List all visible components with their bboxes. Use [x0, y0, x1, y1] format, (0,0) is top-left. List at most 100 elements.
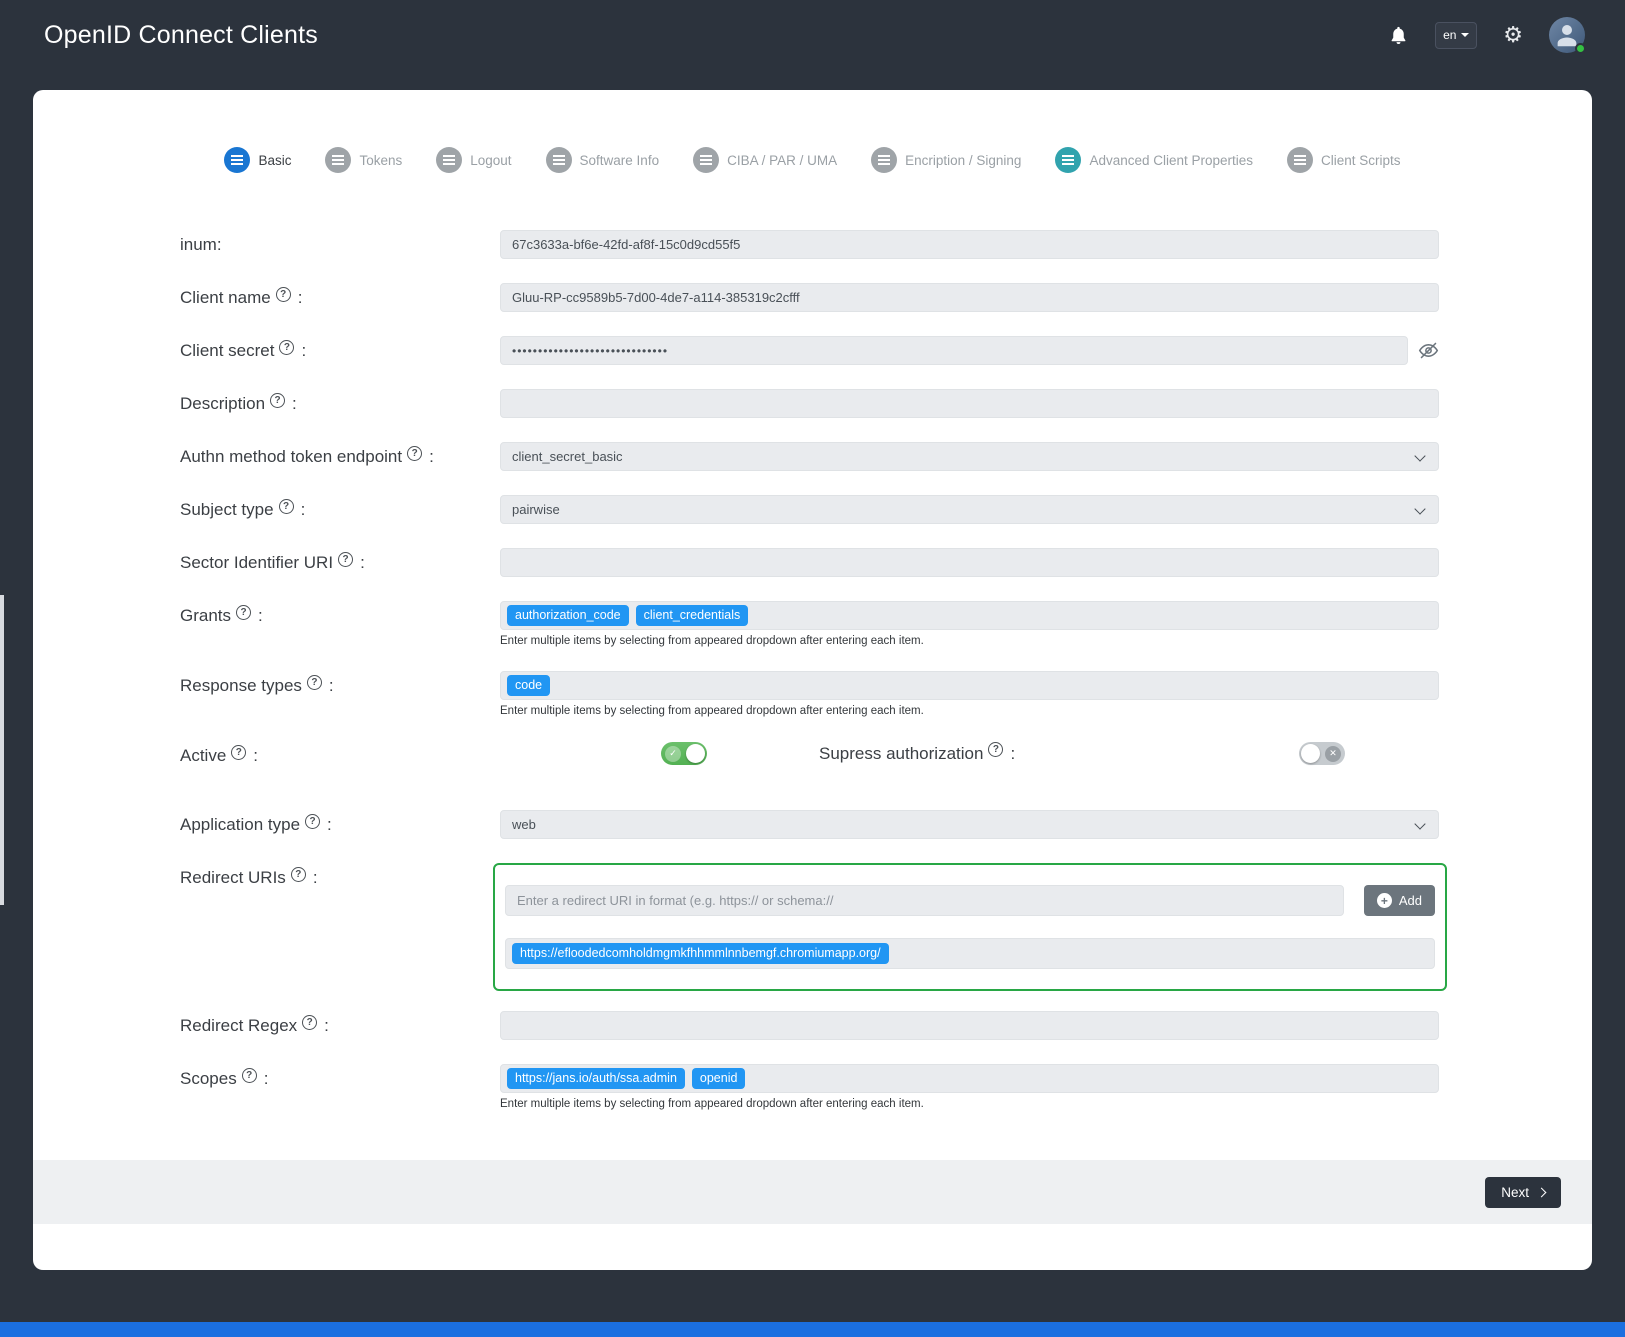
- step-ciba-par-uma[interactable]: CIBA / PAR / UMA: [693, 147, 837, 173]
- field-row-inum: inum:: [180, 230, 1439, 259]
- chevron-right-icon: [1537, 1187, 1547, 1197]
- redirect-uri-input[interactable]: [505, 885, 1344, 916]
- help-icon[interactable]: [291, 867, 306, 882]
- plus-icon: [1377, 893, 1392, 908]
- language-selector[interactable]: en: [1435, 22, 1477, 49]
- settings-gear-icon[interactable]: ⚙: [1503, 24, 1523, 46]
- description-label: Description: [180, 394, 265, 414]
- step-client-scripts[interactable]: Client Scripts: [1287, 147, 1401, 173]
- field-row-redirect-regex: Redirect Regex :: [180, 1011, 1439, 1040]
- field-row-client-secret: Client secret :: [180, 336, 1439, 365]
- scope-chip[interactable]: https://jans.io/auth/ssa.admin: [507, 1068, 685, 1090]
- help-icon[interactable]: [231, 745, 246, 760]
- header-actions: en ⚙: [1388, 17, 1585, 53]
- step-software-info[interactable]: Software Info: [546, 147, 660, 173]
- wizard-stepper: Basic Tokens Logout Software Info CIBA /…: [33, 145, 1592, 175]
- redirect-regex-label: Redirect Regex: [180, 1016, 297, 1036]
- grants-input[interactable]: authorization_code client_credentials: [500, 601, 1439, 630]
- redirect-uri-chip[interactable]: https://efloodedcomholdmgmkfhhmmlnnbemgf…: [512, 943, 889, 965]
- scopes-helper-text: Enter multiple items by selecting from a…: [500, 1098, 1439, 1110]
- caret-down-icon: [1461, 33, 1469, 37]
- supress-authorization-toggle[interactable]: [1299, 742, 1345, 765]
- encryption-signing-step-icon: [871, 147, 897, 173]
- help-icon[interactable]: [279, 340, 294, 355]
- check-icon: [665, 746, 681, 762]
- help-icon[interactable]: [307, 675, 322, 690]
- step-advanced-client-properties[interactable]: Advanced Client Properties: [1055, 147, 1253, 173]
- field-row-response-types: Response types : code Enter multiple ite…: [180, 671, 1439, 717]
- grants-label: Grants: [180, 606, 231, 626]
- client-name-input[interactable]: [500, 283, 1439, 312]
- sidebar-sliver: [0, 595, 4, 905]
- form-footer: Next: [33, 1160, 1592, 1224]
- step-label: Tokens: [359, 153, 402, 168]
- authn-method-label: Authn method token endpoint: [180, 447, 402, 467]
- client-name-label: Client name: [180, 288, 271, 308]
- bottom-accent-bar: [0, 1322, 1625, 1337]
- step-label: Logout: [470, 153, 511, 168]
- response-types-helper-text: Enter multiple items by selecting from a…: [500, 705, 1439, 717]
- grant-chip[interactable]: client_credentials: [636, 605, 749, 627]
- client-form: inum: Client name : Client secret :: [33, 230, 1592, 1110]
- next-button-label: Next: [1501, 1185, 1529, 1200]
- scope-chip[interactable]: openid: [692, 1068, 746, 1090]
- application-type-select[interactable]: web: [500, 810, 1439, 839]
- step-tokens[interactable]: Tokens: [325, 147, 402, 173]
- help-icon[interactable]: [279, 499, 294, 514]
- response-types-label: Response types: [180, 676, 302, 696]
- toggle-knob: [686, 744, 705, 763]
- subject-type-select[interactable]: pairwise: [500, 495, 1439, 524]
- grant-chip[interactable]: authorization_code: [507, 605, 629, 627]
- help-icon[interactable]: [236, 605, 251, 620]
- user-avatar[interactable]: [1549, 17, 1585, 53]
- help-icon[interactable]: [407, 446, 422, 461]
- redirect-regex-input[interactable]: [500, 1011, 1439, 1040]
- authn-method-value: client_secret_basic: [512, 449, 623, 464]
- description-input[interactable]: [500, 389, 1439, 418]
- field-row-active: Active : Supress authorization :: [180, 741, 1439, 766]
- field-row-scopes: Scopes : https://jans.io/auth/ssa.admin …: [180, 1064, 1439, 1110]
- logout-step-icon: [436, 147, 462, 173]
- add-redirect-uri-button[interactable]: Add: [1364, 885, 1435, 916]
- redirect-uris-list[interactable]: https://efloodedcomholdmgmkfhhmmlnnbemgf…: [505, 938, 1435, 969]
- help-icon[interactable]: [270, 393, 285, 408]
- step-logout[interactable]: Logout: [436, 147, 511, 173]
- step-basic[interactable]: Basic: [224, 147, 291, 173]
- application-type-value: web: [512, 817, 536, 832]
- add-button-label: Add: [1399, 893, 1422, 908]
- supress-authorization-label-group: Supress authorization :: [819, 744, 1015, 764]
- language-label: en: [1443, 28, 1456, 42]
- client-secret-input[interactable]: [500, 336, 1408, 365]
- advanced-properties-step-icon: [1055, 147, 1081, 173]
- redirect-uris-label: Redirect URIs: [180, 868, 286, 888]
- step-label: Basic: [258, 153, 291, 168]
- help-icon[interactable]: [988, 742, 1003, 757]
- tokens-step-icon: [325, 147, 351, 173]
- step-encryption-signing[interactable]: Encription / Signing: [871, 147, 1021, 173]
- inum-input[interactable]: [500, 230, 1439, 259]
- step-label: Client Scripts: [1321, 153, 1401, 168]
- application-type-label: Application type: [180, 815, 300, 835]
- sector-identifier-uri-input[interactable]: [500, 548, 1439, 577]
- client-form-card: Basic Tokens Logout Software Info CIBA /…: [33, 90, 1592, 1270]
- field-row-grants: Grants : authorization_code client_crede…: [180, 601, 1439, 647]
- eye-slash-icon[interactable]: [1418, 340, 1439, 361]
- client-secret-label: Client secret: [180, 341, 274, 361]
- help-icon[interactable]: [302, 1015, 317, 1030]
- scopes-input[interactable]: https://jans.io/auth/ssa.admin openid: [500, 1064, 1439, 1093]
- response-type-chip[interactable]: code: [507, 675, 550, 697]
- next-button[interactable]: Next: [1485, 1177, 1561, 1208]
- step-label: Software Info: [580, 153, 660, 168]
- response-types-input[interactable]: code: [500, 671, 1439, 700]
- active-toggle[interactable]: [661, 742, 707, 765]
- active-label: Active: [180, 746, 226, 766]
- step-label: Encription / Signing: [905, 153, 1021, 168]
- help-icon[interactable]: [305, 814, 320, 829]
- authn-method-select[interactable]: client_secret_basic: [500, 442, 1439, 471]
- help-icon[interactable]: [242, 1068, 257, 1083]
- sector-identifier-uri-label: Sector Identifier URI: [180, 553, 333, 573]
- notifications-bell-icon[interactable]: [1388, 25, 1409, 46]
- help-icon[interactable]: [276, 287, 291, 302]
- field-row-redirect-uris: Redirect URIs : Add https://eflo: [180, 863, 1439, 991]
- help-icon[interactable]: [338, 552, 353, 567]
